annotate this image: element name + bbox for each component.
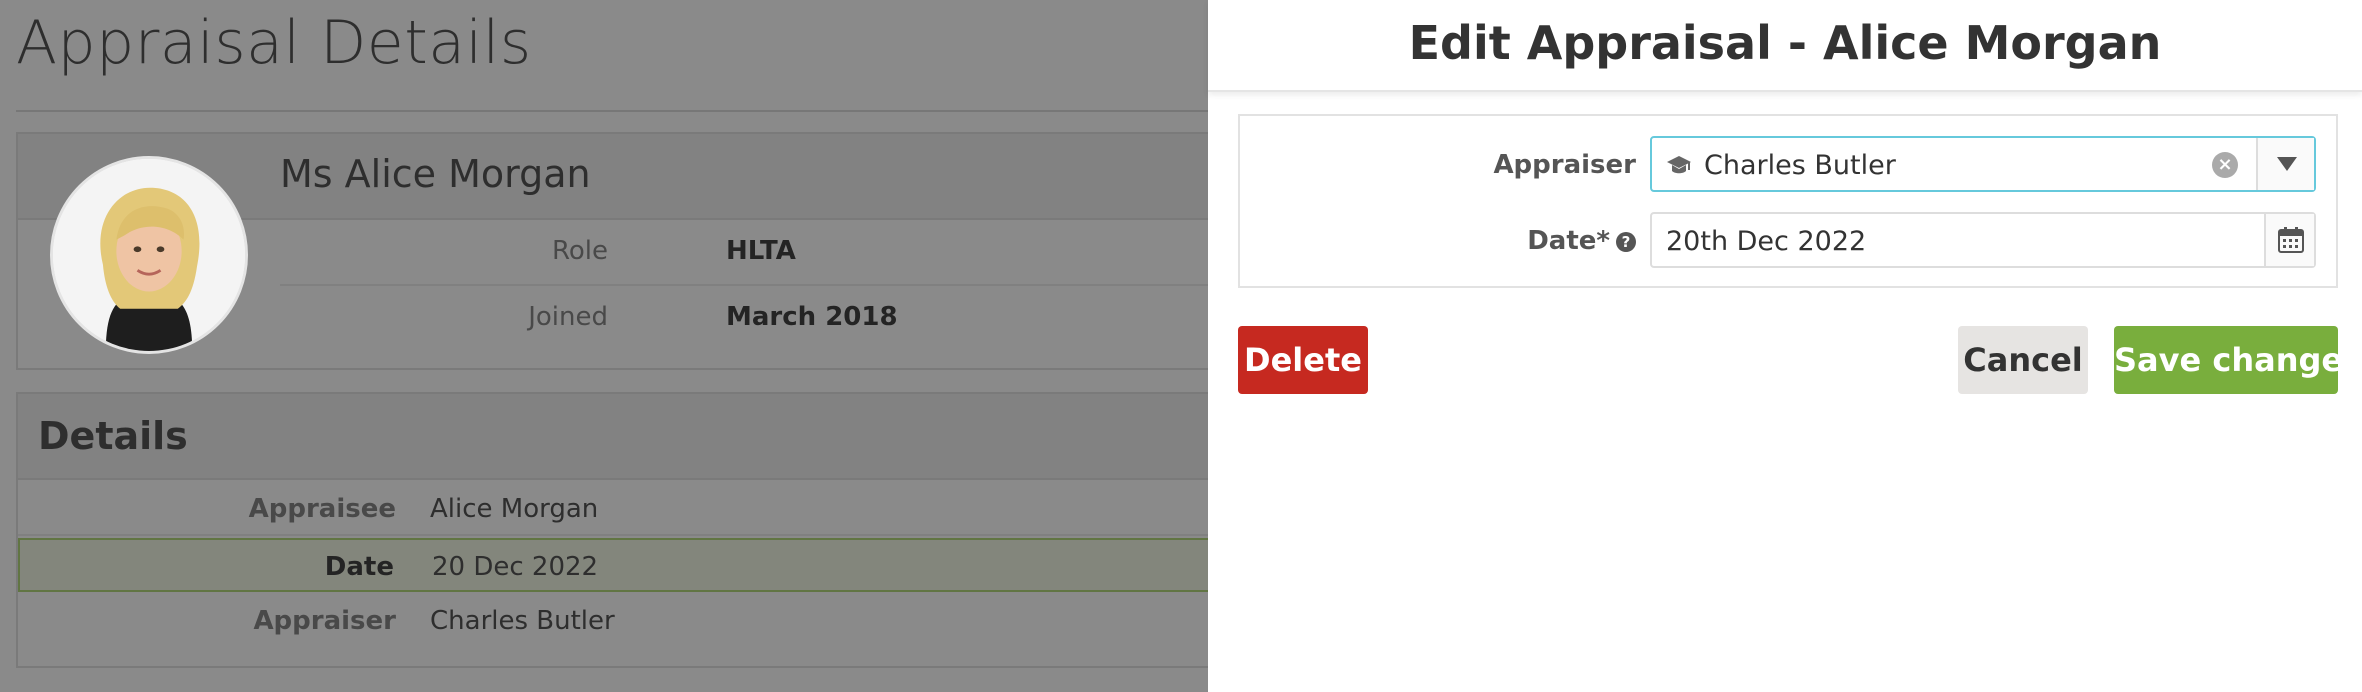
- date-field-label-text: Date*: [1527, 226, 1610, 256]
- appraiser-select-value: Charles Butler: [1704, 150, 1896, 181]
- appraiser-field-label: Appraiser: [1493, 150, 1636, 180]
- date-input-value: 20th Dec 2022: [1666, 226, 1867, 257]
- date-field-label: Date*?: [1527, 226, 1636, 256]
- save-changes-button[interactable]: Save changes: [2114, 326, 2362, 394]
- edit-form: Appraiser Charles Butler × Date*? 20th D…: [1238, 114, 2338, 288]
- clear-icon[interactable]: ×: [2212, 152, 2238, 178]
- calendar-icon[interactable]: [2264, 214, 2314, 266]
- date-input[interactable]: 20th Dec 2022: [1650, 212, 2316, 268]
- edit-appraisal-panel: Edit Appraisal - Alice Morgan Appraiser …: [1208, 0, 2362, 692]
- panel-title: Edit Appraisal - Alice Morgan: [1408, 16, 2162, 70]
- help-icon[interactable]: ?: [1616, 231, 1636, 252]
- avatar: [50, 156, 248, 354]
- chevron-down-icon[interactable]: [2256, 138, 2314, 190]
- delete-button[interactable]: Delete: [1238, 326, 1368, 394]
- appraiser-select[interactable]: Charles Butler ×: [1650, 136, 2316, 192]
- cancel-button[interactable]: Cancel: [1958, 326, 2088, 394]
- graduation-cap-icon: [1666, 152, 1692, 178]
- panel-header: Edit Appraisal - Alice Morgan: [1208, 0, 2362, 92]
